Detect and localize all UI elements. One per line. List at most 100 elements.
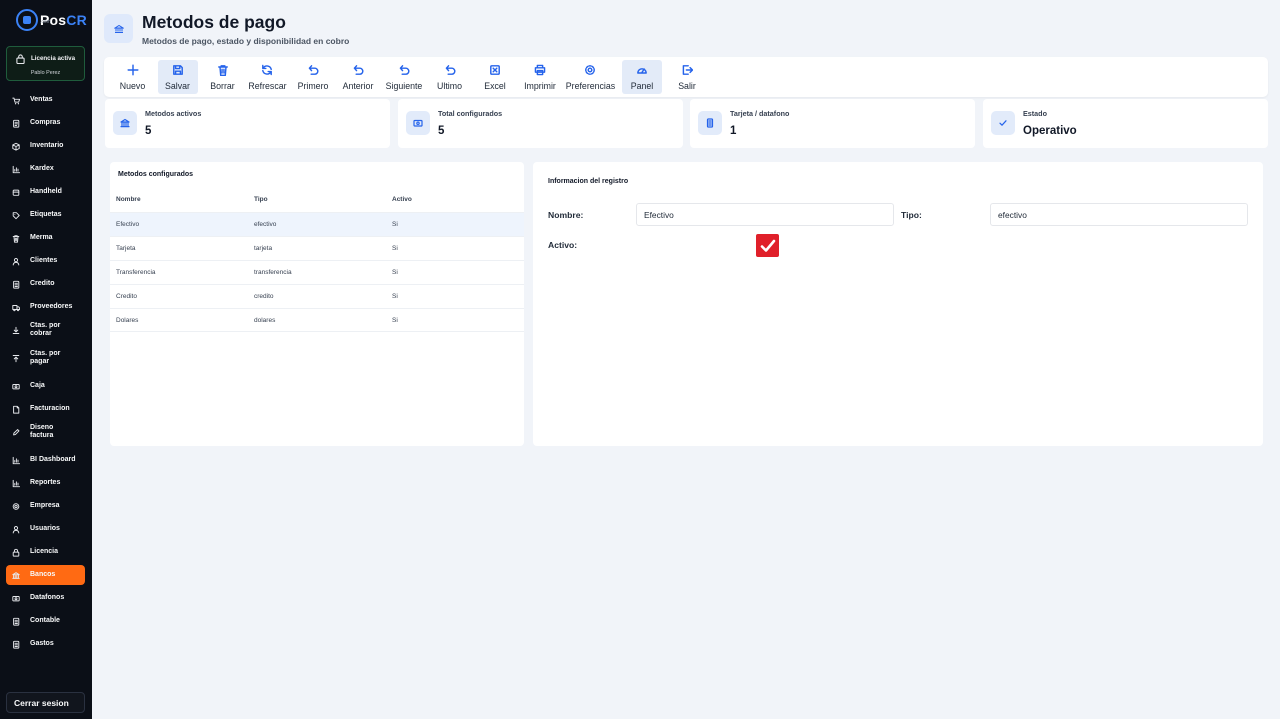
stat-value: 5	[145, 125, 152, 137]
document-icon	[12, 617, 20, 626]
table-cell-activo: Si	[392, 269, 398, 276]
toolbar-button-label: Primero	[297, 81, 329, 91]
sidebar: PosCR .com Licencia activa Pablo Perez V…	[0, 0, 92, 719]
sidebar-item-label: Caja	[30, 382, 45, 389]
column-header-activo[interactable]: Activo	[392, 196, 412, 203]
sidebar-item-bi-dashboard[interactable]: BI Dashboard	[6, 450, 85, 470]
printer-icon	[534, 64, 546, 76]
sidebar-item-ctas-por-cobrar[interactable]: Ctas. por cobrar	[6, 317, 85, 343]
sidebar-item-gastos[interactable]: Gastos	[6, 634, 85, 654]
sidebar-item-label: Facturacion	[30, 405, 70, 412]
excel-button[interactable]: Excel	[475, 60, 515, 94]
stat-label: Total configurados	[438, 109, 503, 118]
sidebar-item-compras[interactable]: Compras	[6, 113, 85, 133]
logout-icon	[681, 64, 693, 76]
sidebar-item-merma[interactable]: Merma	[6, 228, 85, 248]
siguiente-button[interactable]: Siguiente	[377, 60, 432, 94]
stat-card-total-configurados: Total configurados 5	[398, 99, 683, 148]
users-icon	[12, 257, 20, 266]
chart-icon	[12, 479, 20, 488]
sidebar-item-diseno-factura[interactable]: Diseno factura	[6, 419, 85, 445]
column-header-nombre[interactable]: Nombre	[116, 196, 141, 203]
nuevo-button[interactable]: Nuevo	[113, 60, 153, 94]
bank-icon	[104, 14, 133, 43]
table-cell-nombre: Dolares	[116, 317, 139, 324]
refrescar-button[interactable]: Refrescar	[240, 60, 295, 94]
toolbar-button-label: Imprimir	[524, 81, 556, 91]
logo-mark-icon	[16, 9, 38, 31]
logo-name-part2: CR	[66, 12, 87, 28]
sidebar-item-label: Gastos	[30, 640, 54, 647]
table-row[interactable]: Dolares dolares Si	[110, 308, 524, 332]
license-title: Licencia activa	[31, 55, 76, 62]
refresh-icon	[261, 64, 273, 76]
sidebar-item-label: Inventario	[30, 142, 64, 149]
sidebar-item-empresa[interactable]: Empresa	[6, 496, 85, 516]
primero-button[interactable]: Primero	[291, 60, 335, 94]
sidebar-item-label: Proveedores	[30, 303, 73, 310]
sidebar-item-inventario[interactable]: Inventario	[6, 136, 85, 156]
check-icon	[991, 111, 1015, 135]
sidebar-item-caja[interactable]: Caja	[6, 376, 85, 396]
plus-icon	[126, 64, 139, 76]
salvar-button[interactable]: Salvar	[157, 60, 198, 94]
table-cell-activo: Si	[392, 293, 398, 300]
lock-icon	[12, 548, 20, 557]
toolbar-button-label: Preferencias	[565, 81, 616, 91]
trash-icon	[217, 64, 229, 76]
bank-icon	[12, 571, 20, 580]
nombre-input[interactable]	[636, 203, 894, 226]
invoice-icon	[12, 405, 20, 414]
table-row[interactable]: Tarjeta tarjeta Si	[110, 236, 524, 260]
table-cell-activo: Si	[392, 317, 398, 324]
table-row[interactable]: Credito credito Si	[110, 284, 524, 308]
sidebar-item-usuarios[interactable]: Usuarios	[6, 519, 85, 539]
cash-icon	[12, 594, 20, 603]
sidebar-item-ventas[interactable]: Ventas	[6, 90, 85, 110]
toolbar: Nuevo Salvar Borrar Refrescar Primero Anterio…	[104, 57, 1268, 97]
table-row[interactable]: Efectivo efectivo Si	[110, 212, 524, 236]
sidebar-item-bancos[interactable]: Bancos	[6, 565, 85, 585]
sidebar-item-credito[interactable]: Credito	[6, 274, 85, 294]
panel-button[interactable]: Panel	[622, 60, 662, 94]
toolbar-button-label: Salir	[678, 81, 696, 91]
undo-icon	[444, 64, 456, 76]
logout-button[interactable]: Cerrar sesion	[6, 692, 85, 713]
sidebar-item-proveedores[interactable]: Proveedores	[6, 297, 85, 317]
borrar-button[interactable]: Borrar	[203, 60, 243, 94]
column-header-tipo[interactable]: Tipo	[254, 196, 268, 203]
page-title: Metodos de pago	[142, 12, 286, 32]
salir-button[interactable]: Salir	[667, 60, 707, 94]
sidebar-item-contable[interactable]: Contable	[6, 611, 85, 631]
cash-icon	[12, 382, 20, 391]
sidebar-item-etiquetas[interactable]: Etiquetas	[6, 205, 85, 225]
sidebar-item-datafonos[interactable]: Datafonos	[6, 588, 85, 608]
gauge-icon	[636, 64, 648, 76]
methods-table-panel: Metodos configurados Nombre Tipo Activo Efe…	[110, 162, 524, 446]
sidebar-item-label: Contable	[30, 617, 60, 624]
license-status-box: Licencia activa Pablo Perez	[6, 46, 85, 81]
ultimo-button[interactable]: Ultimo	[430, 60, 470, 94]
bank-icon	[113, 111, 137, 135]
table-cell-nombre: Credito	[116, 293, 137, 300]
toolbar-button-label: Anterior	[342, 81, 374, 91]
sidebar-item-handheld[interactable]: Handheld	[6, 182, 85, 202]
tipo-input[interactable]	[990, 203, 1248, 226]
sidebar-item-facturacion[interactable]: Facturacion	[6, 399, 85, 419]
sidebar-item-clientes[interactable]: Clientes	[6, 251, 85, 271]
sidebar-item-licencia[interactable]: Licencia	[6, 542, 85, 562]
sidebar-item-label: Ventas	[30, 96, 53, 103]
stat-value: Operativo	[1023, 125, 1077, 137]
sidebar-item-kardex[interactable]: Kardex	[6, 159, 85, 179]
preferencias-button[interactable]: Preferencias	[555, 60, 626, 94]
license-user: Pablo Perez	[30, 70, 61, 76]
sidebar-item-ctas-por-pagar[interactable]: Ctas. por pagar	[6, 345, 85, 371]
anterior-button[interactable]: Anterior	[333, 60, 382, 94]
table-row[interactable]: Transferencia transferencia Si	[110, 260, 524, 284]
table-cell-tipo: credito	[254, 293, 274, 300]
sidebar-item-label: Empresa	[30, 502, 60, 509]
activo-checkbox[interactable]	[756, 234, 779, 257]
handheld-icon	[12, 188, 20, 197]
document-icon	[12, 280, 20, 289]
sidebar-item-reportes[interactable]: Reportes	[6, 473, 85, 493]
